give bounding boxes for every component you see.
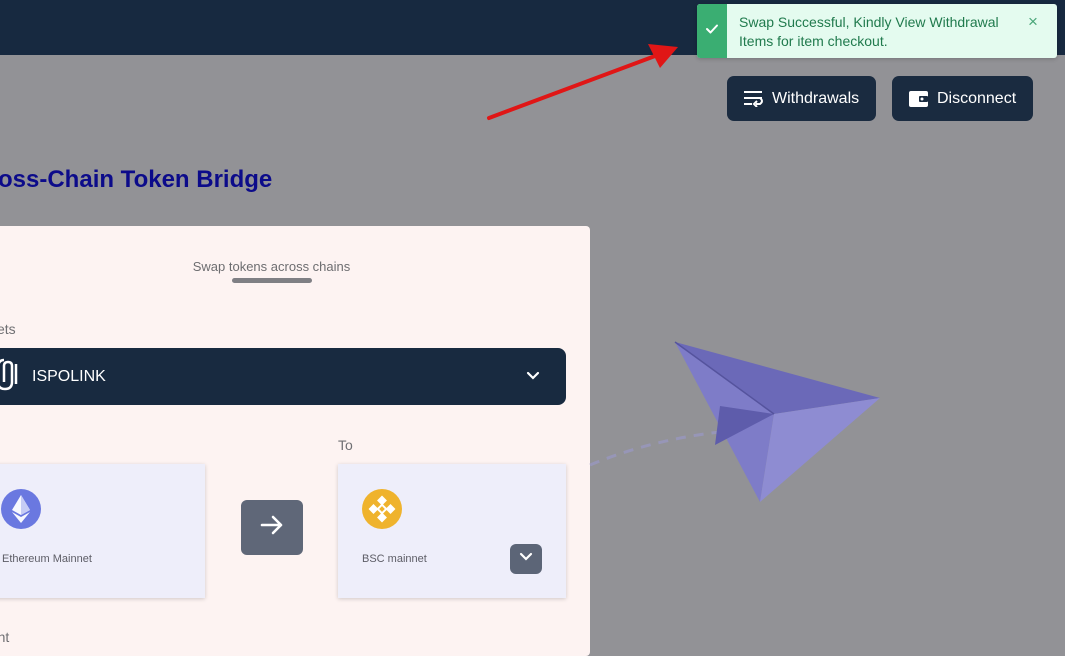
card-subtitle: Swap tokens across chains (192, 259, 351, 274)
bnb-icon (362, 489, 402, 529)
from-chain-card[interactable]: Ethereum Mainnet (0, 464, 205, 598)
subtitle-underline (232, 278, 312, 283)
toast-close-button[interactable]: × (1028, 13, 1038, 31)
swap-direction-button[interactable] (241, 500, 303, 555)
withdrawals-label: Withdrawals (772, 89, 860, 107)
disconnect-label: Disconnect (937, 89, 1017, 107)
asset-name: ISPOLINK (32, 367, 106, 385)
page-title: oss-Chain Token Bridge (0, 166, 273, 193)
success-toast: Swap Successful, Kindly View Withdrawal … (697, 4, 1057, 58)
ethereum-icon (1, 489, 41, 529)
check-icon (705, 22, 719, 40)
annotation-arrow (470, 30, 690, 135)
to-label: To (338, 437, 353, 453)
amount-label: ount (0, 629, 10, 645)
asset-select[interactable]: ISPOLINK (0, 348, 566, 405)
withdrawals-button[interactable]: Withdrawals (727, 76, 876, 121)
withdrawals-list-icon (744, 90, 764, 107)
to-chain-dropdown-button[interactable] (510, 544, 542, 574)
arrow-right-icon (259, 514, 285, 541)
assets-label: sets (0, 321, 16, 337)
to-chain-name: BSC mainnet (362, 553, 427, 565)
from-chain-name: Ethereum Mainnet (2, 553, 92, 565)
chevron-down-icon (526, 367, 540, 390)
wallet-icon (909, 90, 929, 108)
toast-status-strip (697, 4, 727, 58)
disconnect-button[interactable]: Disconnect (892, 76, 1033, 121)
paperclip-icon (0, 356, 22, 397)
paper-plane-illustration (560, 320, 890, 525)
chevron-down-icon (519, 550, 533, 568)
toast-message: Swap Successful, Kindly View Withdrawal … (739, 14, 999, 49)
to-chain-card[interactable]: BSC mainnet (338, 464, 566, 598)
